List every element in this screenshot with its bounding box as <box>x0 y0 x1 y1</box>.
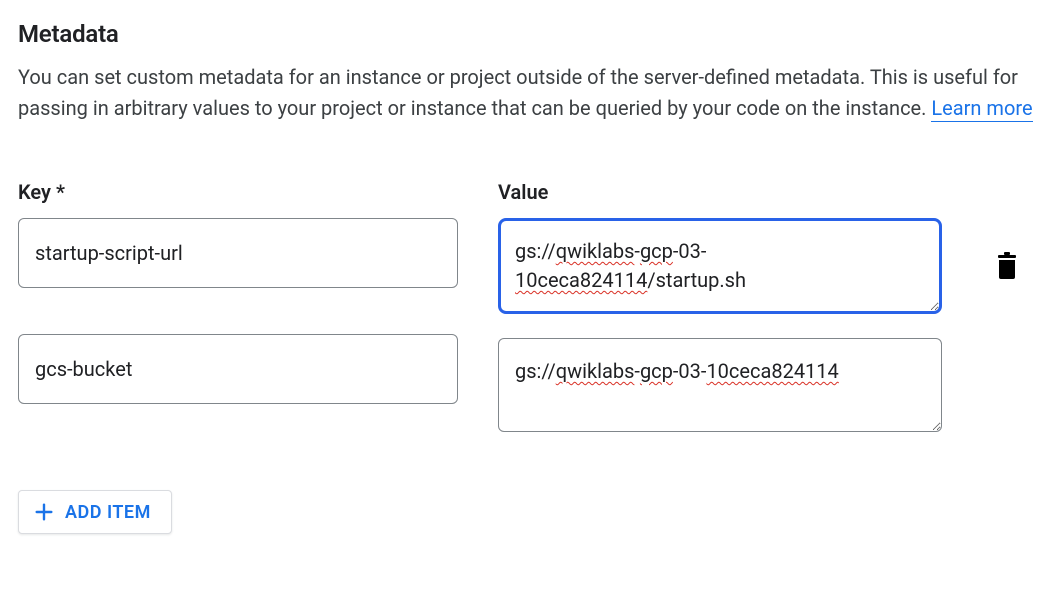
row-actions-column <box>982 224 1032 286</box>
metadata-value-input[interactable]: gs://qwiklabs-gcp-03-10ceca824114/startu… <box>498 218 942 314</box>
value-column-header: Value <box>498 180 942 204</box>
section-title: Metadata <box>18 20 1038 48</box>
key-column-header: Key * <box>18 180 458 204</box>
value-column: Value gs://qwiklabs-gcp-03-10ceca824114/… <box>498 180 942 432</box>
metadata-key-input[interactable] <box>18 218 458 288</box>
learn-more-link[interactable]: Learn more <box>931 96 1032 122</box>
metadata-key-input[interactable] <box>18 334 458 404</box>
plus-icon <box>33 501 55 523</box>
metadata-value-input[interactable]: gs://qwiklabs-gcp-03-10ceca824114 <box>498 338 942 432</box>
section-description: You can set custom metadata for an insta… <box>18 62 1038 124</box>
add-item-button[interactable]: ADD ITEM <box>18 490 172 534</box>
add-item-label: ADD ITEM <box>65 502 151 523</box>
section-description-text: You can set custom metadata for an insta… <box>18 65 1018 120</box>
key-column: Key * <box>18 180 458 404</box>
metadata-grid: Key * Value gs://qwiklabs-gcp-03-10ceca8… <box>18 180 1038 432</box>
delete-row-button[interactable] <box>989 246 1025 286</box>
trash-icon <box>995 252 1019 280</box>
